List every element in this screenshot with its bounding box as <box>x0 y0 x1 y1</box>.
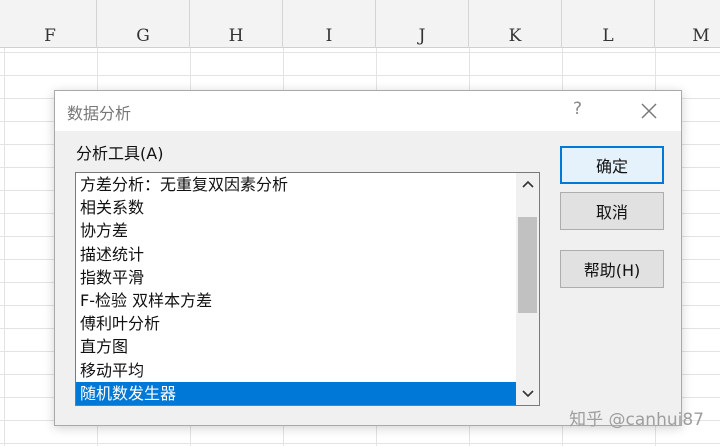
column-header-h[interactable]: H <box>190 0 283 48</box>
list-item[interactable]: 直方图 <box>76 335 516 358</box>
column-header-m[interactable]: M <box>655 0 720 48</box>
close-icon[interactable] <box>638 100 660 122</box>
data-analysis-dialog: 数据分析 ? 分析工具(A) 方差分析：无重复双因素分析 相关系数 协方差 描述… <box>54 90 682 426</box>
list-item[interactable]: 方差分析：无重复双因素分析 <box>76 173 516 196</box>
watermark: 知乎 @canhui87 <box>569 410 704 430</box>
scrollbar-thumb[interactable] <box>518 217 537 313</box>
dialog-title: 数据分析 <box>67 104 132 123</box>
list-item[interactable]: F-检验 双样本方差 <box>76 289 516 312</box>
column-header-f[interactable]: F <box>4 0 97 48</box>
column-header-g[interactable]: G <box>97 0 190 48</box>
list-item[interactable]: 傅利叶分析 <box>76 312 516 335</box>
ok-button[interactable]: 确定 <box>560 146 664 184</box>
list-item[interactable]: 相关系数 <box>76 196 516 219</box>
list-item[interactable]: 描述统计 <box>76 243 516 266</box>
dialog-titlebar[interactable]: 数据分析 ? <box>55 91 681 131</box>
help-button[interactable]: 帮助(H) <box>560 250 664 288</box>
listbox-scrollbar[interactable] <box>516 173 539 405</box>
column-header-l[interactable]: L <box>562 0 655 48</box>
chevron-down-icon[interactable] <box>516 383 539 405</box>
analysis-tools-label: 分析工具(A) <box>76 144 164 163</box>
chevron-up-icon[interactable] <box>516 173 539 195</box>
list-item[interactable]: 指数平滑 <box>76 266 516 289</box>
column-header-i[interactable]: I <box>283 0 376 48</box>
list-item[interactable]: 协方差 <box>76 219 516 242</box>
list-item-selected[interactable]: 随机数发生器 <box>76 381 516 405</box>
cancel-button[interactable]: 取消 <box>560 192 664 230</box>
column-header-k[interactable]: K <box>469 0 562 48</box>
list-item[interactable]: 移动平均 <box>76 359 516 382</box>
dialog-body: 分析工具(A) 方差分析：无重复双因素分析 相关系数 协方差 描述统计 指数平滑… <box>55 131 681 425</box>
analysis-tools-listbox[interactable]: 方差分析：无重复双因素分析 相关系数 协方差 描述统计 指数平滑 F-检验 双样… <box>75 172 540 406</box>
help-question-icon[interactable]: ? <box>573 99 582 119</box>
column-header-bar: F G H I J K L M <box>0 0 720 48</box>
column-header-j[interactable]: J <box>376 0 469 48</box>
